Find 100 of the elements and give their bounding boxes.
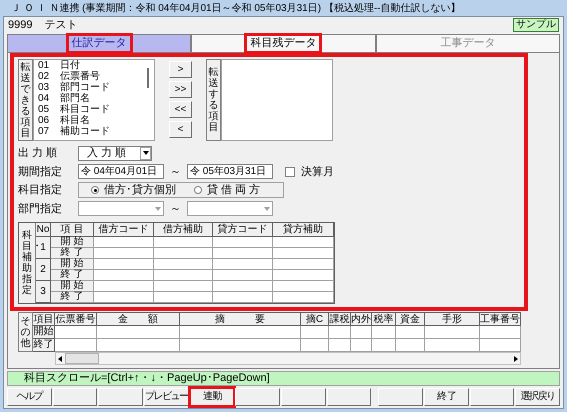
- toolbar-button[interactable]: 選択戻り: [515, 388, 560, 406]
- list-item[interactable]: 05 科目コード: [38, 104, 147, 115]
- list-item[interactable]: 02 伝票番号: [38, 71, 147, 82]
- table-cell[interactable]: [329, 339, 351, 352]
- sample-badge: サンプル: [513, 18, 559, 32]
- list-item[interactable]: 01 日付: [38, 60, 147, 71]
- move-button[interactable]: <: [169, 121, 192, 138]
- blank-button[interactable]: [98, 388, 144, 406]
- available-items-list[interactable]: 01 日付 02 伝票番号 03 部門コード 04 部門名 05 科目コード 06 科目名 07 補助コード: [33, 59, 155, 141]
- checkbox[interactable]: [285, 166, 295, 177]
- table-cell[interactable]: [425, 339, 480, 352]
- toolbar-button[interactable]: ヘルプ: [7, 388, 52, 406]
- scrollbar-thumb[interactable]: [147, 68, 149, 88]
- table-cell[interactable]: [425, 326, 480, 339]
- scrollbar-thumb[interactable]: [65, 353, 99, 364]
- table-cell[interactable]: [213, 259, 273, 270]
- table-cell[interactable]: [480, 339, 521, 352]
- table-cell[interactable]: [301, 326, 329, 339]
- table-cell[interactable]: [94, 248, 154, 259]
- table-cell[interactable]: [97, 339, 180, 352]
- table-cell[interactable]: [396, 339, 425, 352]
- table-cell[interactable]: [154, 237, 213, 248]
- list-item[interactable]: 03 部門コード: [38, 82, 147, 93]
- tab[interactable]: 仕訳データ: [7, 34, 192, 53]
- date-field[interactable]: 令 05年03月31日: [187, 164, 273, 180]
- table-cell[interactable]: [329, 326, 351, 339]
- toolbar-button[interactable]: 連 動: [190, 388, 234, 406]
- table-cell[interactable]: [480, 326, 521, 339]
- table-cell[interactable]: [396, 326, 425, 339]
- table-cell[interactable]: [213, 281, 273, 292]
- table-cell[interactable]: [55, 339, 97, 352]
- dropdown-arrow-icon: [142, 151, 148, 156]
- toolbar-button[interactable]: 終 了: [424, 388, 469, 406]
- blank-button[interactable]: [235, 388, 280, 406]
- toolbar-button[interactable]: プレビュー: [144, 388, 189, 406]
- list-item[interactable]: 06 科目名: [38, 115, 147, 126]
- dropdown-arrow-icon: [264, 206, 270, 211]
- department-dropdown[interactable]: [187, 201, 273, 216]
- table-cell[interactable]: [273, 259, 334, 270]
- blank-button[interactable]: [470, 388, 514, 406]
- table-cell[interactable]: [55, 326, 97, 339]
- table-cell[interactable]: [154, 248, 213, 259]
- table-cell[interactable]: [273, 248, 334, 259]
- table-cell[interactable]: [273, 292, 334, 303]
- window-title: Ｊ Ｏ Ｉ Ｎ連携 (事業期間：令和 04年04月01日～令和 05年03月31日) 【税込処理--自動仕訳しない】: [10, 2, 462, 16]
- blank-button[interactable]: [378, 388, 424, 406]
- table-cell[interactable]: [301, 339, 329, 352]
- date-field[interactable]: 令 04年04月01日: [78, 164, 164, 180]
- period-label: 期間指定: [18, 164, 63, 180]
- column-header: No: [36, 223, 51, 237]
- scroll-right-icon[interactable]: [514, 356, 518, 362]
- move-button[interactable]: >>: [169, 81, 192, 98]
- transfer-items-list[interactable]: [221, 59, 333, 141]
- list-item[interactable]: 07 補助コード: [38, 126, 147, 137]
- blank-button[interactable]: [281, 388, 326, 406]
- move-button[interactable]: >: [169, 61, 192, 78]
- tab[interactable]: 科目残データ: [191, 34, 376, 53]
- radio-button[interactable]: [91, 186, 99, 194]
- table-cell[interactable]: [372, 326, 396, 339]
- column-header: 項目: [33, 312, 55, 326]
- table-cell[interactable]: [273, 270, 334, 281]
- dropdown-button[interactable]: [140, 146, 151, 160]
- department-dropdown[interactable]: [78, 201, 164, 216]
- table-cell[interactable]: [97, 326, 180, 339]
- table-cell[interactable]: [273, 281, 334, 292]
- table-cell[interactable]: [213, 270, 273, 281]
- table-cell[interactable]: [154, 292, 213, 303]
- table-cell[interactable]: [213, 292, 273, 303]
- status-bar: 科目スクロール=[Ctrl+↑・↓・PageUp･PageDown]: [7, 371, 560, 386]
- radio-label: 借方･貸方個別: [104, 182, 176, 198]
- radio-button[interactable]: [194, 186, 202, 194]
- table-cell[interactable]: [180, 326, 301, 339]
- range-separator: ～: [169, 164, 182, 180]
- account-label: 科目指定: [18, 182, 63, 198]
- table-cell[interactable]: [94, 281, 154, 292]
- table-cell[interactable]: [94, 270, 154, 281]
- department-label: 部門指定: [18, 202, 63, 216]
- move-button[interactable]: <<: [169, 101, 192, 118]
- table-cell[interactable]: [154, 270, 213, 281]
- table-cell[interactable]: [213, 248, 273, 259]
- output-order-dropdown[interactable]: 入 力 順: [78, 146, 152, 161]
- list-item[interactable]: 04 部門名: [38, 93, 147, 104]
- table-cell: 3: [36, 281, 51, 303]
- scroll-left-icon[interactable]: [58, 356, 62, 362]
- table-cell[interactable]: [94, 237, 154, 248]
- output-order-label: 出 力 順: [18, 146, 58, 161]
- table-cell[interactable]: [372, 339, 396, 352]
- radio-label: 貸 借 両 方: [207, 182, 260, 198]
- table-cell[interactable]: [213, 237, 273, 248]
- horizontal-scrollbar[interactable]: [55, 352, 521, 365]
- table-cell[interactable]: [154, 281, 213, 292]
- blank-button[interactable]: [326, 388, 372, 406]
- blank-button[interactable]: [52, 388, 98, 406]
- table-cell[interactable]: [180, 339, 301, 352]
- table-cell[interactable]: [94, 259, 154, 270]
- table-cell[interactable]: [94, 292, 154, 303]
- table-cell[interactable]: [273, 237, 334, 248]
- table-cell[interactable]: [154, 259, 213, 270]
- table-cell[interactable]: [351, 339, 372, 352]
- table-cell[interactable]: [351, 326, 372, 339]
